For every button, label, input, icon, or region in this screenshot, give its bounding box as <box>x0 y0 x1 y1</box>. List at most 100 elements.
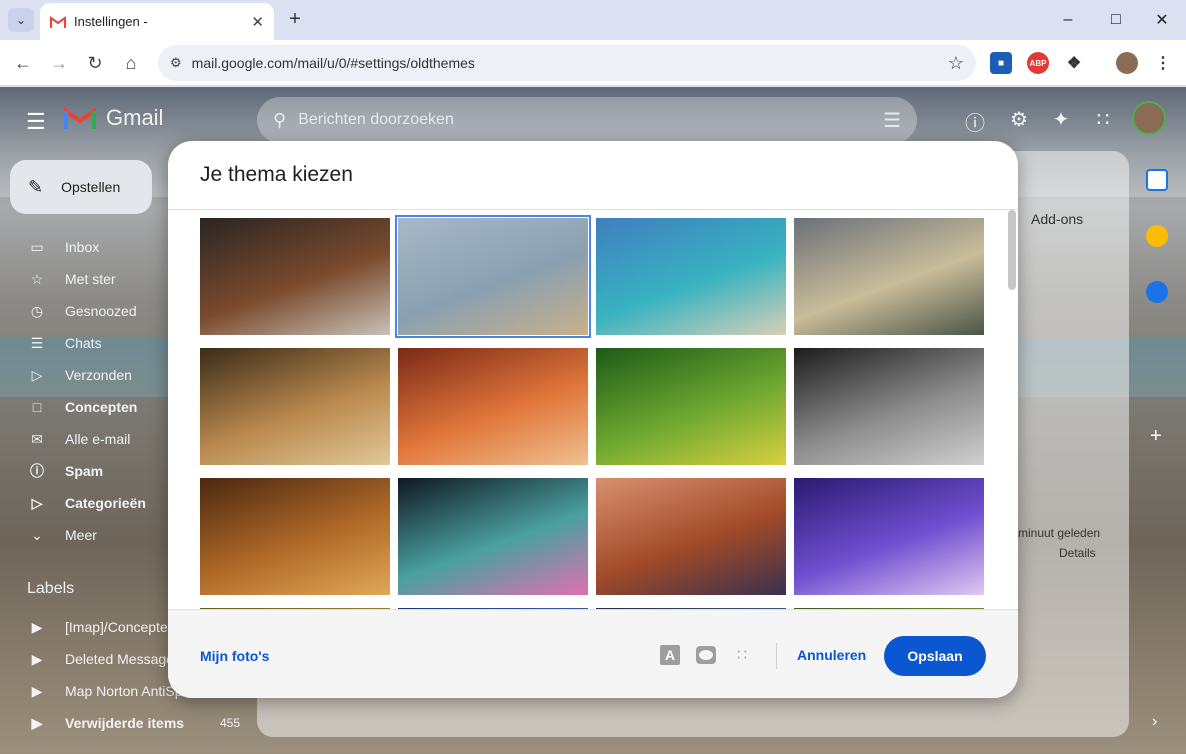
nav-item-label: Verzonden <box>65 367 132 383</box>
cancel-button[interactable]: Annuleren <box>797 647 866 663</box>
help-icon[interactable]: ⓘ <box>962 107 988 136</box>
gmail-wordmark: Gmail <box>106 105 164 130</box>
nav-item-label: Meer <box>65 527 97 543</box>
tab-close-icon[interactable]: ✕ <box>251 13 264 31</box>
theme-thumbnail-sunset-valley[interactable] <box>794 218 984 335</box>
label-count: 455 <box>219 716 240 730</box>
label-name: Verwijderde items <box>65 715 185 731</box>
url-text[interactable]: mail.google.com/mail/u/0/#settings/oldth… <box>192 55 475 71</box>
theme-thumbnail-tropical-coast[interactable] <box>596 218 786 335</box>
pencil-icon: ✎ <box>28 176 44 197</box>
spam-icon: ⓘ <box>30 463 44 479</box>
window-close-icon[interactable]: ✕ <box>1147 8 1177 32</box>
extensions-puzzle-icon[interactable]: ❖ <box>1063 52 1085 74</box>
compose-label: Opstellen <box>61 179 121 195</box>
search-bar[interactable]: ⚲ Berichten doorzoeken ☰ <box>257 97 917 143</box>
mail-icon: ✉ <box>31 430 43 447</box>
theme-thumbnail-chess[interactable] <box>200 348 390 465</box>
label-item[interactable]: ▶ Verwijderde items 455 <box>28 712 248 734</box>
theme-thumbnail-beach-boats[interactable] <box>395 215 591 338</box>
label-tag-icon: ▶ <box>31 618 43 635</box>
theme-grid <box>168 209 1018 610</box>
theme-thumbnail-pipes[interactable] <box>794 348 984 465</box>
keep-icon[interactable] <box>1146 225 1168 247</box>
labels-heading: Labels <box>27 580 75 597</box>
clock-icon: ◷ <box>30 302 44 319</box>
addons-label[interactable]: Add-ons <box>1031 211 1083 227</box>
gemini-sparkle-icon[interactable]: ✦ <box>1048 107 1074 132</box>
gmail-logo[interactable]: Gmail <box>64 105 163 131</box>
dialog-title: Je thema kiezen <box>200 163 353 186</box>
back-icon[interactable]: ← <box>11 51 35 75</box>
save-button[interactable]: Opslaan <box>884 636 986 676</box>
theme-dialog: Je thema kiezen Mijn foto's A ∷ Annulere… <box>168 141 1018 698</box>
home-icon[interactable]: ⌂ <box>119 51 143 75</box>
add-app-icon[interactable]: + <box>1150 425 1162 448</box>
inbox-icon: ▭ <box>30 238 44 255</box>
footer-divider <box>776 643 777 669</box>
label-tag-icon: ▶ <box>31 714 43 731</box>
nav-item-label: Chats <box>65 335 102 351</box>
abp-label: ABP <box>1029 58 1047 68</box>
vignette-icon[interactable] <box>696 645 716 665</box>
settings-gear-icon[interactable]: ⚙ <box>1006 107 1032 132</box>
search-icon[interactable]: ⚲ <box>273 110 286 131</box>
chat-icon: ☰ <box>30 334 44 351</box>
text-background-icon[interactable]: A <box>660 645 680 665</box>
nav-item-label: Spam <box>65 463 104 479</box>
theme-thumbnail-canyon-rock[interactable] <box>398 348 588 465</box>
nav-item-label: Alle e-mail <box>65 431 131 447</box>
my-photos-link[interactable]: Mijn foto's <box>200 648 269 664</box>
send-icon: ▷ <box>31 366 43 383</box>
profile-avatar-icon[interactable] <box>1116 52 1138 74</box>
blur-icon[interactable]: ∷ <box>732 645 752 665</box>
reload-icon[interactable]: ↻ <box>83 51 107 75</box>
bookmark-star-icon[interactable]: ☆ <box>948 53 964 74</box>
label-name: Deleted Messages <box>65 651 181 667</box>
compose-button[interactable]: ✎ Opstellen <box>10 160 152 214</box>
forward-icon[interactable]: → <box>47 51 71 75</box>
star-icon: ☆ <box>30 270 44 287</box>
adblock-plus-icon[interactable]: ABP <box>1027 52 1049 74</box>
nav-item-label: Met ster <box>65 271 116 287</box>
minimize-icon[interactable]: – <box>1053 8 1083 32</box>
details-link[interactable]: Details <box>1059 546 1096 560</box>
tasks-icon[interactable] <box>1146 281 1168 303</box>
gmail-m-icon <box>64 107 96 129</box>
account-avatar[interactable] <box>1132 101 1166 135</box>
nav-item-label: Categorieën <box>65 495 146 511</box>
last-activity-text: minuut geleden <box>1018 526 1101 540</box>
address-bar-row: ← → ↻ ⌂ ⚙ mail.google.com/mail/u/0/#sett… <box>0 40 1186 86</box>
extension-icon[interactable]: ■ <box>990 52 1012 74</box>
tab-search-chevron-icon[interactable]: ⌄ <box>8 8 34 32</box>
apps-grid-icon[interactable]: ∷ <box>1090 107 1116 132</box>
gmail-favicon-icon <box>50 15 66 28</box>
browser-tab[interactable]: Instellingen - ✕ <box>40 3 274 40</box>
search-options-icon[interactable]: ☰ <box>883 108 901 133</box>
browser-menu-icon[interactable]: ⋮ <box>1152 52 1174 74</box>
label-name: [Imap]/Concepten <box>65 619 176 635</box>
grid-scrollbar[interactable] <box>1008 210 1016 290</box>
theme-thumbnail-shop-front[interactable] <box>200 218 390 335</box>
theme-thumbnail-autumn-leaves[interactable] <box>200 478 390 595</box>
label-tag-icon: ▶ <box>31 650 43 667</box>
nav-item-label: Concepten <box>65 399 138 415</box>
new-tab-icon[interactable]: + <box>284 8 306 31</box>
nav-item-label: Inbox <box>65 239 100 255</box>
theme-thumbnail-bokeh[interactable] <box>398 478 588 595</box>
theme-thumbnail-horseshoe-bend[interactable] <box>596 478 786 595</box>
label-tag-icon: ▶ <box>31 682 43 699</box>
search-input[interactable]: Berichten doorzoeken <box>298 111 454 129</box>
draft-icon: □ <box>32 399 42 415</box>
maximize-icon[interactable]: □ <box>1101 8 1131 32</box>
nav-item-label: Gesnoozed <box>65 303 137 319</box>
calendar-icon[interactable] <box>1146 169 1168 191</box>
expand-side-panel-icon[interactable]: › <box>1152 713 1157 731</box>
label-icon: ▷ <box>31 494 43 511</box>
theme-thumbnail-jellyfish[interactable] <box>794 478 984 595</box>
main-menu-icon[interactable]: ☰ <box>26 109 46 135</box>
theme-thumbnail-caterpillar[interactable] <box>596 348 786 465</box>
site-info-icon[interactable]: ⚙ <box>170 55 182 71</box>
browser-tab-bar: ⌄ Instellingen - ✕ + – □ ✕ <box>0 0 1186 40</box>
omnibox[interactable]: ⚙ mail.google.com/mail/u/0/#settings/old… <box>158 45 976 81</box>
